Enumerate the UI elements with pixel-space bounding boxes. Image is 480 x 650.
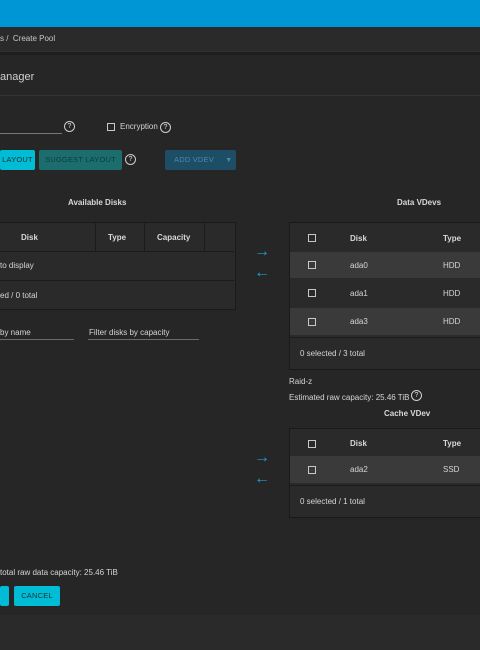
available-disks-title: Available Disks: [68, 198, 127, 207]
row-divider: [0, 280, 234, 281]
chevron-down-icon: ▼: [225, 157, 233, 164]
top-navigation-bar: [0, 0, 480, 27]
add-vdev-label: ADD VDEV: [174, 155, 214, 164]
disk-name: ada2: [350, 465, 368, 474]
filter-name-input[interactable]: [0, 339, 74, 340]
row-divider: [290, 337, 480, 338]
disk-name: ada3: [350, 317, 368, 326]
row-checkbox[interactable]: [308, 261, 316, 269]
column-header-type[interactable]: Type: [443, 439, 461, 448]
arrow-left-icon[interactable]: ←: [254, 265, 270, 281]
column-header-disk[interactable]: Disk: [350, 234, 367, 243]
cancel-button[interactable]: CANCEL: [14, 586, 60, 606]
row-checkbox[interactable]: [308, 466, 316, 474]
select-all-checkbox[interactable]: [308, 234, 316, 242]
breadcrumb-bar: [0, 27, 480, 52]
breadcrumb-parent[interactable]: s /: [0, 34, 8, 43]
arrow-right-icon[interactable]: →: [254, 450, 270, 466]
cache-vdev-footer: 0 selected / 1 total: [300, 497, 365, 506]
footer-bar: [0, 615, 480, 650]
page-title: anager: [0, 71, 35, 83]
data-vdevs-title: Data VDevs: [397, 198, 442, 207]
row-divider: [0, 251, 234, 252]
filter-capacity-placeholder: Filter disks by capacity: [89, 328, 170, 337]
column-header-disk[interactable]: Disk: [350, 439, 367, 448]
arrow-right-icon[interactable]: →: [254, 244, 270, 260]
row-checkbox[interactable]: [308, 318, 316, 326]
row-divider: [290, 485, 480, 486]
select-all-checkbox[interactable]: [308, 440, 316, 448]
column-header-capacity[interactable]: Capacity: [157, 233, 190, 242]
filter-capacity-input[interactable]: [88, 339, 199, 340]
disk-type: HDD: [443, 289, 461, 298]
disk-type: HDD: [443, 317, 461, 326]
estimated-capacity: Estimated raw capacity: 25.46 TiB: [289, 393, 410, 402]
disk-type: HDD: [443, 261, 461, 270]
breadcrumb: s / Create Pool: [0, 34, 55, 43]
reset-layout-button[interactable]: LAYOUT: [0, 150, 35, 170]
capacity-help-icon[interactable]: ?: [411, 390, 422, 401]
create-button[interactable]: [0, 586, 9, 606]
breadcrumb-current: Create Pool: [12, 34, 56, 43]
pool-name-input[interactable]: [0, 133, 62, 134]
arrow-left-icon[interactable]: ←: [254, 471, 270, 487]
encryption-help-icon[interactable]: ?: [160, 122, 171, 133]
add-vdev-button[interactable]: ADD VDEV ▼: [165, 150, 236, 170]
suggest-layout-button[interactable]: SUGGEST LAYOUT: [39, 150, 122, 170]
empty-message: to display: [0, 261, 34, 270]
column-header-type[interactable]: Type: [443, 234, 461, 243]
disk-name: ada1: [350, 289, 368, 298]
raid-type-label: Raid-z: [289, 377, 313, 386]
encryption-label: Encryption: [120, 122, 158, 131]
layout-help-icon[interactable]: ?: [125, 154, 136, 165]
column-divider: [144, 222, 145, 251]
name-help-icon[interactable]: ?: [64, 121, 75, 132]
column-divider: [95, 222, 96, 251]
disk-type: SSD: [443, 465, 460, 474]
column-header-type[interactable]: Type: [108, 233, 126, 242]
row-checkbox[interactable]: [308, 289, 316, 297]
available-footer: ed / 0 total: [0, 291, 38, 300]
total-capacity: total raw data capacity: 25.46 TiB: [0, 568, 118, 577]
disk-name: ada0: [350, 261, 368, 270]
data-vdevs-footer: 0 selected / 3 total: [300, 349, 365, 358]
title-divider: [0, 95, 480, 96]
encryption-checkbox[interactable]: [107, 123, 115, 131]
column-header-disk[interactable]: Disk: [21, 233, 38, 242]
filter-name-placeholder: by name: [0, 328, 31, 337]
cache-vdev-title: Cache VDev: [384, 409, 431, 418]
column-divider: [204, 222, 205, 251]
